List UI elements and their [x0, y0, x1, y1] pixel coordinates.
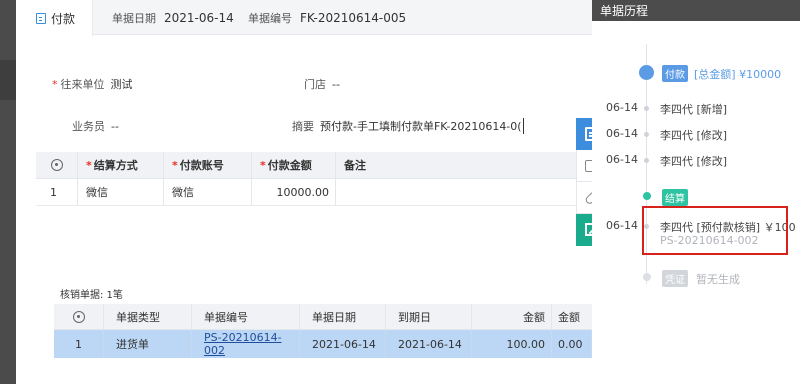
payment-badge: 付款: [662, 65, 688, 82]
tab-label: 付款: [51, 11, 76, 26]
method-cell[interactable]: 微信: [78, 179, 164, 205]
partner-label: 往来单位: [60, 78, 105, 91]
clerk-label: 业务员: [72, 120, 105, 133]
memo-input[interactable]: 预付款-手工填制付款单FK-20210614-0(: [320, 118, 524, 134]
col-amount: * 付款金额: [252, 152, 336, 178]
tab-payment[interactable]: 付款: [16, 0, 93, 36]
annotation-box: [642, 206, 788, 255]
payment-node: [639, 65, 654, 80]
clerk-row: 业务员 --: [72, 118, 119, 134]
remark-cell[interactable]: [336, 179, 576, 205]
document-icon: [36, 12, 46, 24]
write-off-count: 核销单据: 1笔: [60, 290, 123, 301]
expand-button[interactable]: [576, 214, 592, 246]
left-edge: [0, 0, 16, 384]
type-cell: 进货单: [104, 330, 192, 358]
date-field: 单据日期 2021-06-14: [112, 10, 234, 26]
history-panel: 单据历程 付款 [总金额] ¥10000 06-14 李四代 [新增] 06-1…: [592, 0, 800, 384]
table-row[interactable]: 1 微信 微信 10000.00: [36, 179, 576, 206]
clerk-value[interactable]: --: [111, 120, 119, 133]
number-label: 单据编号: [248, 12, 292, 25]
edit-icon: [585, 127, 592, 141]
edit-button[interactable]: [576, 118, 592, 150]
print-icon: [584, 159, 592, 172]
col-remark: 备注: [344, 159, 366, 172]
history-title: 单据历程: [592, 0, 800, 21]
payment-grid: * 结算方式 * 付款账号 * 付款金额 备注 1 微信 微信 10000.00: [36, 152, 576, 206]
partner-row: * 往来单位 测试: [52, 76, 133, 92]
history-entry: 李四代 [新增]: [660, 103, 728, 116]
payment-grid-header: * 结算方式 * 付款账号 * 付款金额 备注: [36, 152, 576, 179]
col-amount: 金额: [472, 304, 552, 329]
account-cell[interactable]: 微信: [164, 179, 252, 205]
store-label: 门店: [304, 78, 326, 91]
date-cell: 2021-06-14: [300, 330, 386, 358]
col-account: * 付款账号: [164, 152, 252, 178]
date-label: 单据日期: [112, 12, 156, 25]
history-entry: 李四代 [修改]: [660, 129, 728, 142]
row-index: 1: [54, 330, 104, 358]
column-settings[interactable]: [54, 304, 104, 329]
entry-date: 06-14: [606, 127, 638, 140]
print-button[interactable]: [576, 150, 592, 182]
side-toolbar: [576, 118, 592, 246]
column-settings[interactable]: [36, 152, 78, 178]
number-value: FK-20210614-005: [300, 11, 407, 25]
write-off-grid-header: 单据类型 单据编号 单据日期 到期日 金额 金额: [54, 304, 592, 330]
col-number: 单据编号: [192, 304, 300, 329]
col-method: * 结算方式: [78, 152, 164, 178]
col-type: 单据类型: [104, 304, 192, 329]
voucher-status: 暂无生成: [696, 273, 740, 286]
gear-icon[interactable]: [50, 159, 63, 171]
number-field: 单据编号 FK-20210614-005: [248, 10, 406, 26]
date-value[interactable]: 2021-06-14: [164, 11, 234, 25]
required-mark: *: [52, 78, 58, 91]
gear-icon[interactable]: [72, 310, 85, 323]
number-cell: PS-20210614-002: [192, 330, 300, 358]
store-row: 门店 --: [304, 76, 340, 92]
memo-label: 摘要: [292, 120, 314, 133]
tab-bar: 付款 单据日期 2021-06-14 单据编号 FK-20210614-005: [16, 0, 592, 36]
col-date: 单据日期: [300, 304, 386, 329]
amount-cell[interactable]: 10000.00: [252, 179, 336, 205]
col-amount-2: 金额: [558, 310, 580, 324]
link-icon: [583, 190, 592, 205]
row-index: 1: [36, 179, 78, 205]
partner-value[interactable]: 测试: [111, 78, 133, 91]
amount-2-cell: 0.00: [552, 330, 592, 358]
settle-badge: 结算: [662, 189, 688, 206]
timeline-dot: [644, 158, 649, 163]
document-number-link[interactable]: PS-20210614-002: [204, 331, 299, 357]
voucher-node: [643, 273, 651, 281]
main-panel: 付款 单据日期 2021-06-14 单据编号 FK-20210614-005 * 往…: [16, 0, 592, 384]
settle-node: [643, 192, 651, 200]
amount-cell: 100.00: [472, 330, 552, 358]
entry-date: 06-14: [606, 101, 638, 114]
history-entry: 李四代 [修改]: [660, 155, 728, 168]
col-due: 到期日: [386, 304, 472, 329]
store-value[interactable]: --: [332, 78, 340, 91]
table-row[interactable]: 1 进货单 PS-20210614-002 2021-06-14 2021-06…: [54, 330, 592, 358]
entry-date: 06-14: [606, 153, 638, 166]
expand-icon: [584, 223, 592, 236]
left-edge-stripe: [0, 60, 16, 100]
timeline-dot: [644, 132, 649, 137]
write-off-grid: 单据类型 单据编号 单据日期 到期日 金额 金额 1 进货单 PS-202106…: [54, 304, 592, 358]
due-cell: 2021-06-14: [386, 330, 472, 358]
entry-date: 06-14: [606, 219, 638, 232]
memo-row: 摘要 预付款-手工填制付款单FK-20210614-0(: [292, 118, 524, 134]
voucher-badge: 凭证: [662, 270, 688, 287]
timeline-dot: [644, 106, 649, 111]
link-button[interactable]: [576, 182, 592, 214]
payment-total: [总金额] ¥10000: [694, 68, 782, 81]
